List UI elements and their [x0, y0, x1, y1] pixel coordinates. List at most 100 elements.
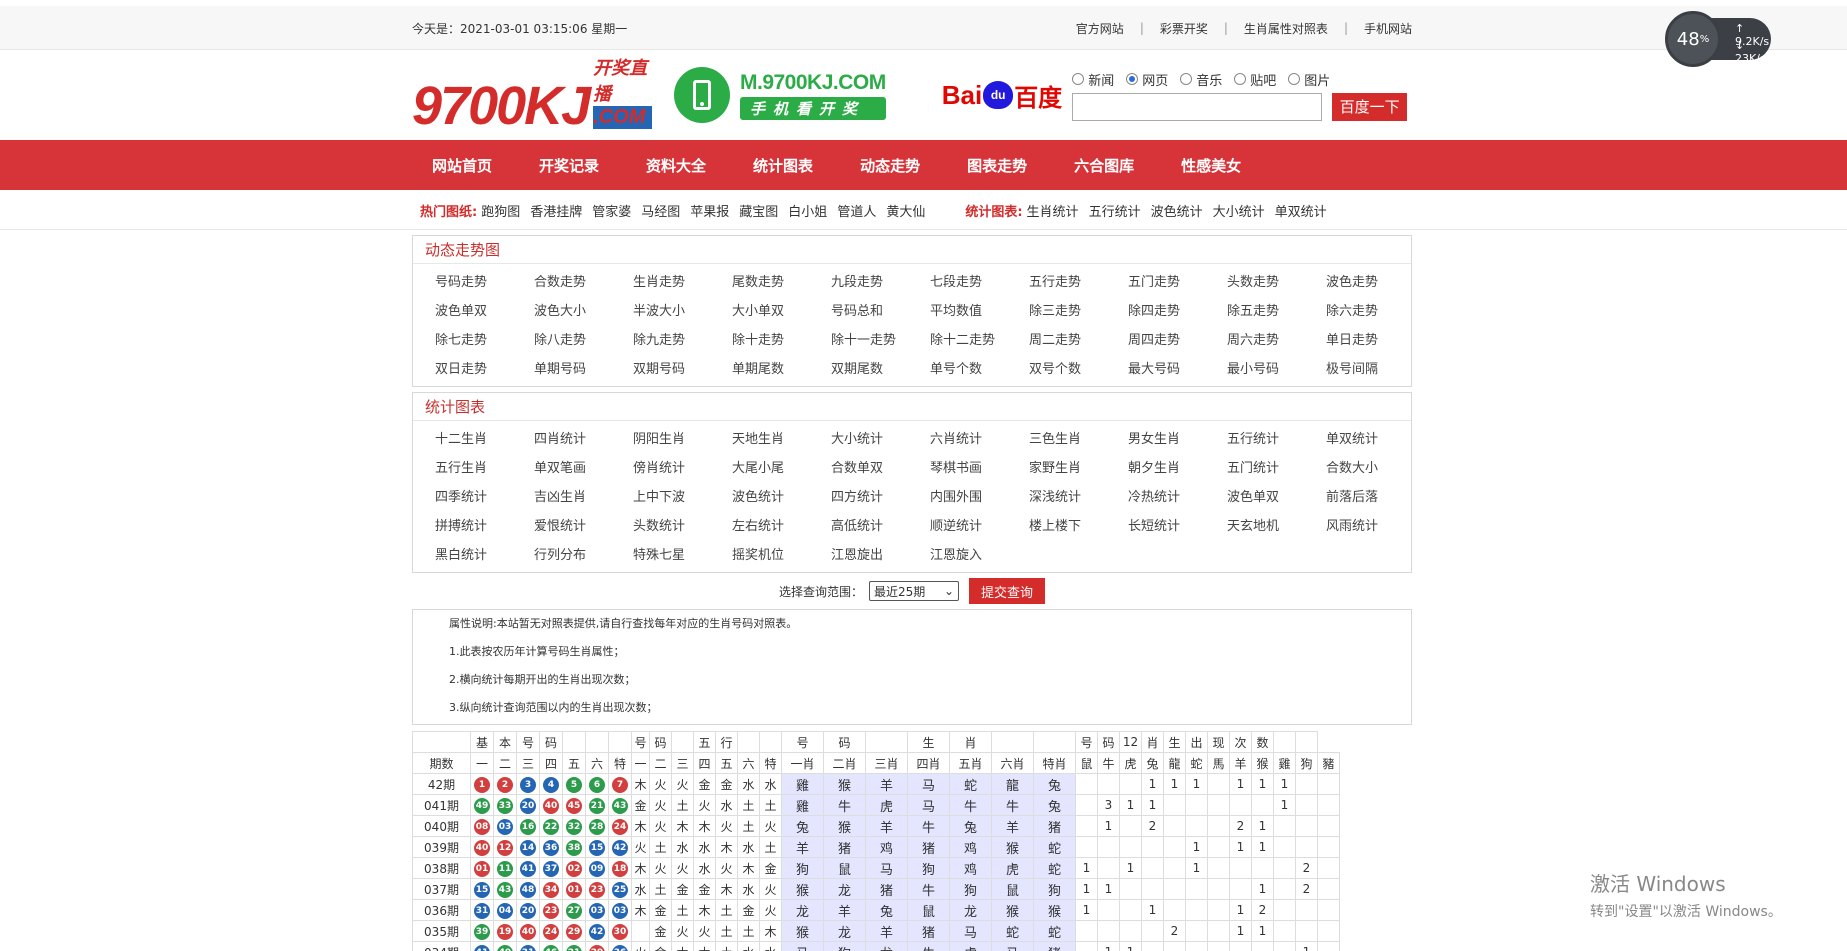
trend-link[interactable]: 波色走势	[1326, 268, 1425, 297]
radio-icon[interactable]	[1180, 73, 1193, 85]
trend-link[interactable]: 单期尾数	[732, 355, 831, 384]
trend-link[interactable]: 除十一走势	[831, 326, 930, 355]
stats-link[interactable]: 男女生肖	[1128, 425, 1227, 454]
trend-link[interactable]: 除七走势	[435, 326, 534, 355]
trend-link[interactable]: 大小单双	[732, 297, 831, 326]
trend-link[interactable]: 最大号码	[1128, 355, 1227, 384]
hot-link-drawing[interactable]: 白小姐	[788, 205, 827, 220]
hot-link-chart[interactable]: 生肖统计	[1027, 205, 1079, 220]
trend-link[interactable]: 除九走势	[633, 326, 732, 355]
stats-link[interactable]: 家野生肖	[1029, 454, 1128, 483]
trend-link[interactable]: 波色单双	[435, 297, 534, 326]
stats-link[interactable]: 五门统计	[1227, 454, 1326, 483]
search-input[interactable]	[1072, 92, 1323, 121]
trend-link[interactable]: 双期尾数	[831, 355, 930, 384]
stats-link[interactable]: 前落后落	[1326, 483, 1425, 512]
stats-link[interactable]: 上中下波	[633, 483, 732, 512]
trend-link[interactable]: 五门走势	[1128, 268, 1227, 297]
stats-link[interactable]: 朝夕生肖	[1128, 454, 1227, 483]
nav-chart-trends[interactable]: 图表走势	[967, 155, 1027, 176]
stats-link[interactable]: 黑白统计	[435, 541, 534, 570]
trend-link[interactable]: 除十走势	[732, 326, 831, 355]
stats-link[interactable]: 内围外围	[930, 483, 1029, 512]
stats-link[interactable]: 波色单双	[1227, 483, 1326, 512]
stats-link[interactable]: 琴棋书画	[930, 454, 1029, 483]
stats-link[interactable]: 合数大小	[1326, 454, 1425, 483]
stats-link[interactable]: 吉凶生肖	[534, 483, 633, 512]
trend-link[interactable]: 生肖走势	[633, 268, 732, 297]
radio-music[interactable]: 音乐	[1180, 70, 1222, 89]
hot-link-drawing[interactable]: 藏宝图	[739, 205, 778, 220]
hot-link-drawing[interactable]: 香港挂牌	[530, 205, 582, 220]
stats-link[interactable]: 摇奖机位	[732, 541, 831, 570]
stats-link[interactable]: 爱恨统计	[534, 512, 633, 541]
stats-link[interactable]: 单双统计	[1326, 425, 1425, 454]
top-link-mobile[interactable]: 手机网站	[1364, 20, 1412, 37]
stats-link[interactable]: 四肖统计	[534, 425, 633, 454]
trend-link[interactable]: 号码总和	[831, 297, 930, 326]
stats-link[interactable]: 四季统计	[435, 483, 534, 512]
trend-link[interactable]: 七段走势	[930, 268, 1029, 297]
trend-link[interactable]: 双期号码	[633, 355, 732, 384]
trend-link[interactable]: 最小号码	[1227, 355, 1326, 384]
stats-link[interactable]: 头数统计	[633, 512, 732, 541]
nav-results[interactable]: 开奖记录	[539, 155, 599, 176]
stats-link[interactable]: 江恩旋出	[831, 541, 930, 570]
stats-link[interactable]: 江恩旋入	[930, 541, 1029, 570]
stats-link[interactable]: 长短统计	[1128, 512, 1227, 541]
radio-icon[interactable]	[1288, 73, 1301, 85]
trend-link[interactable]: 除十二走势	[930, 326, 1029, 355]
trend-link[interactable]: 单日走势	[1326, 326, 1425, 355]
trend-link[interactable]: 周四走势	[1128, 326, 1227, 355]
hot-link-drawing[interactable]: 马经图	[641, 205, 680, 220]
nav-beauty[interactable]: 性感美女	[1181, 155, 1241, 176]
hot-link-chart[interactable]: 单双统计	[1275, 205, 1327, 220]
trend-link[interactable]: 除三走势	[1029, 297, 1128, 326]
hot-link-drawing[interactable]: 管家婆	[592, 205, 631, 220]
stats-link[interactable]: 五行统计	[1227, 425, 1326, 454]
stats-link[interactable]: 波色统计	[732, 483, 831, 512]
hot-link-drawing[interactable]: 跑狗图	[481, 205, 520, 220]
top-link-zodiac-table[interactable]: 生肖属性对照表	[1244, 20, 1328, 37]
stats-link[interactable]: 大尾小尾	[732, 454, 831, 483]
baidu-search-button[interactable]: 百度一下	[1332, 92, 1408, 121]
stats-link[interactable]: 五行生肖	[435, 454, 534, 483]
radio-web[interactable]: 网页	[1126, 70, 1168, 89]
hot-link-chart[interactable]: 大小统计	[1213, 205, 1265, 220]
trend-link[interactable]: 五行走势	[1029, 268, 1128, 297]
top-link-lottery[interactable]: 彩票开奖	[1160, 20, 1208, 37]
trend-link[interactable]: 双日走势	[435, 355, 534, 384]
trend-link[interactable]: 尾数走势	[732, 268, 831, 297]
stats-link[interactable]: 六肖统计	[930, 425, 1029, 454]
stats-link[interactable]: 拼搏统计	[435, 512, 534, 541]
stats-link[interactable]: 大小统计	[831, 425, 930, 454]
radio-news[interactable]: 新闻	[1072, 70, 1114, 89]
radio-icon[interactable]	[1234, 73, 1247, 85]
hot-link-drawing[interactable]: 黄大仙	[886, 205, 925, 220]
trend-link[interactable]: 除四走势	[1128, 297, 1227, 326]
stats-link[interactable]: 单双笔画	[534, 454, 633, 483]
stats-link[interactable]: 阴阳生肖	[633, 425, 732, 454]
trend-link[interactable]: 半波大小	[633, 297, 732, 326]
stats-link[interactable]: 特殊七星	[633, 541, 732, 570]
submit-query-button[interactable]: 提交查询	[969, 578, 1046, 604]
net-speed-widget[interactable]: ↑ 9.2K/s ↓ 23K/s 48%	[1665, 11, 1785, 67]
trend-link[interactable]: 除六走势	[1326, 297, 1425, 326]
nav-gallery[interactable]: 六合图库	[1074, 155, 1134, 176]
trend-link[interactable]: 单号个数	[930, 355, 1029, 384]
stats-link[interactable]: 四方统计	[831, 483, 930, 512]
nav-trends[interactable]: 动态走势	[860, 155, 920, 176]
hot-link-drawing[interactable]: 苹果报	[690, 205, 729, 220]
trend-link[interactable]: 头数走势	[1227, 268, 1326, 297]
trend-link[interactable]: 周六走势	[1227, 326, 1326, 355]
stats-link[interactable]: 顺逆统计	[930, 512, 1029, 541]
trend-link[interactable]: 除八走势	[534, 326, 633, 355]
radio-image[interactable]: 图片	[1288, 70, 1330, 89]
trend-link[interactable]: 合数走势	[534, 268, 633, 297]
trend-link[interactable]: 单期号码	[534, 355, 633, 384]
stats-link[interactable]: 冷热统计	[1128, 483, 1227, 512]
stats-link[interactable]: 傍肖统计	[633, 454, 732, 483]
radio-icon[interactable]	[1072, 73, 1085, 85]
hot-link-drawing[interactable]: 管道人	[837, 205, 876, 220]
nav-charts[interactable]: 统计图表	[753, 155, 813, 176]
